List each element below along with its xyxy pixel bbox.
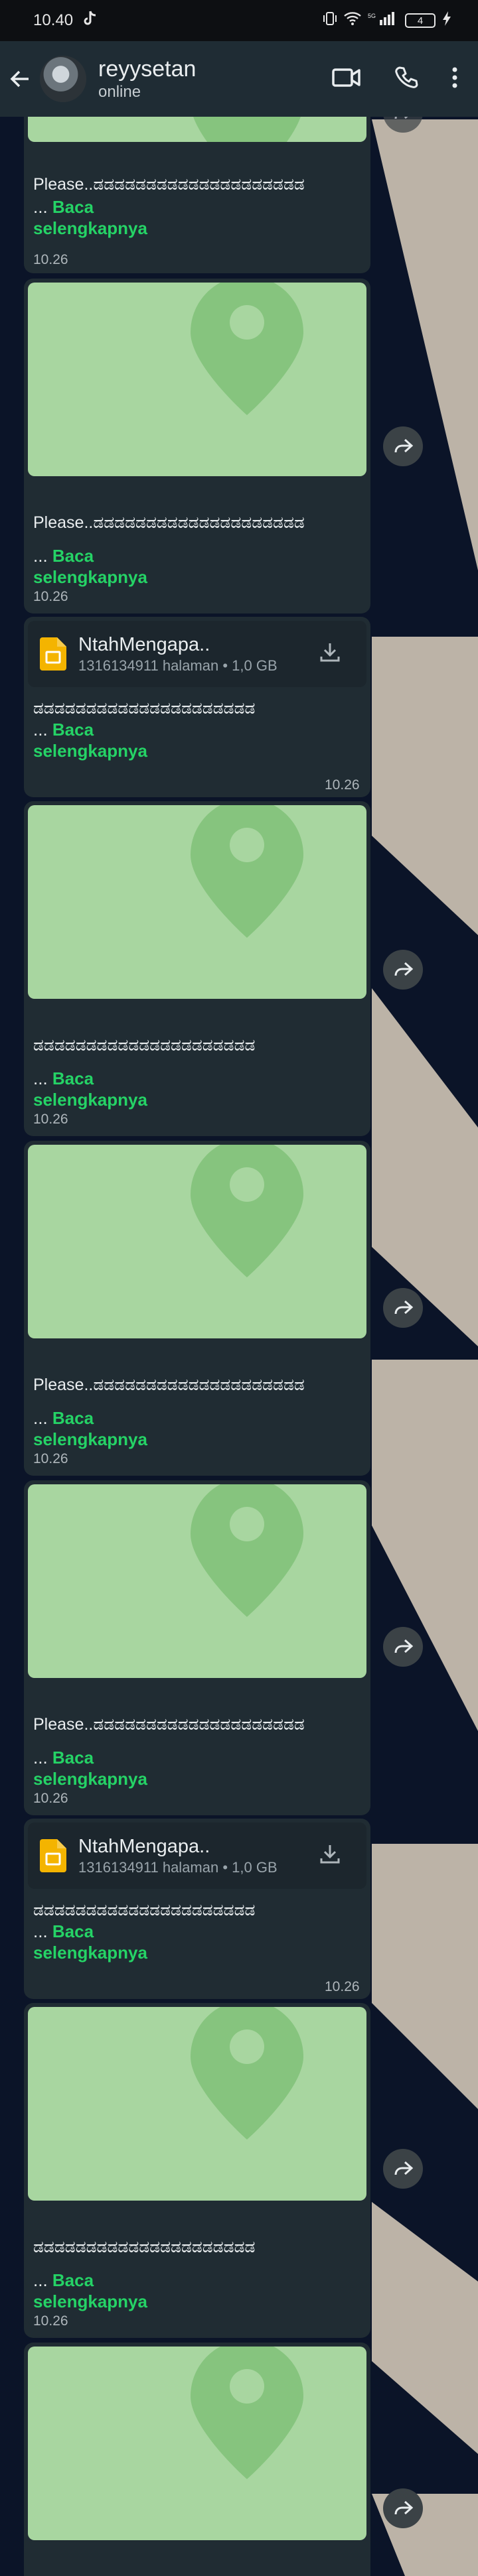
forward-button[interactable] bbox=[383, 2149, 423, 2189]
contact-info[interactable]: reyysetan online bbox=[98, 56, 196, 102]
avatar[interactable] bbox=[40, 56, 86, 102]
message-time: 10.26 bbox=[325, 1979, 360, 1994]
battery-icon: 4 bbox=[405, 13, 436, 28]
forward-icon bbox=[394, 1300, 414, 1315]
message-time: 10.26 bbox=[33, 1112, 68, 1127]
battery-level: 4 bbox=[417, 15, 424, 27]
location-message[interactable]: Please..ಡಡಡಡಡಡಡಡಡಡಡಡಡಡಡಡಡಡಡಡ ... Baca sel… bbox=[24, 1480, 370, 1815]
read-more-link[interactable]: ... Baca selengkapnya bbox=[33, 1747, 147, 1789]
video-call-icon[interactable] bbox=[332, 67, 361, 92]
message-time: 10.26 bbox=[33, 1791, 68, 1806]
file-info: 1316134911 halaman • 1,0 GB bbox=[78, 657, 278, 674]
forward-icon bbox=[394, 2500, 414, 2515]
read-more-link[interactable]: ... Baca selengkapnya bbox=[33, 196, 147, 239]
status-time: 10.40 bbox=[33, 11, 74, 29]
header-actions bbox=[332, 66, 458, 93]
contact-status: online bbox=[98, 83, 141, 101]
location-message[interactable]: Please..ಡಡಡಡಡಡಡಡಡಡಡಡಡಡಡಡಡಡಡಡ ... Baca sel… bbox=[24, 1141, 370, 1476]
map-thumbnail[interactable] bbox=[28, 2347, 366, 2540]
chat-header: reyysetan online bbox=[0, 41, 478, 117]
slides-file-icon bbox=[40, 637, 66, 671]
location-message[interactable]: ಡಡಡಡಡಡಡಡಡಡಡಡಡಡಡಡಡಡಡಡಡ ... Baca selengkapn… bbox=[24, 2003, 370, 2338]
document-message[interactable]: NtahMengapa.. 1316134911 halaman • 1,0 G… bbox=[24, 1819, 370, 1999]
message-time: 10.26 bbox=[33, 2313, 68, 2329]
voice-call-icon[interactable] bbox=[394, 66, 418, 93]
map-thumbnail[interactable] bbox=[28, 1145, 366, 1338]
forward-button[interactable] bbox=[383, 950, 423, 990]
location-pin-icon bbox=[191, 2007, 303, 2140]
forward-icon bbox=[394, 1639, 414, 1653]
map-thumbnail[interactable] bbox=[28, 805, 366, 999]
message-caption: Please..ಡಡಡಡಡಡಡಡಡಡಡಡಡಡಡಡಡಡಡಡ bbox=[33, 1376, 305, 1394]
map-thumbnail[interactable] bbox=[28, 1484, 366, 1678]
message-caption: Please..ಡಡಡಡಡಡಡಡಡಡಡಡಡಡಡಡಡಡಡಡ bbox=[33, 1715, 305, 1734]
file-card[interactable]: NtahMengapa.. 1316134911 halaman • 1,0 G… bbox=[28, 1823, 366, 1889]
location-message[interactable]: ಡಡಡಡಡಡಡಡಡಡಡಡಡಡಡಡಡಡಡಡಡ ... Baca selengkapn… bbox=[24, 801, 370, 1136]
message-caption: ಡಡಡಡಡಡಡಡಡಡಡಡಡಡಡಡಡಡಡಡಡ bbox=[33, 2238, 256, 2256]
read-more-link[interactable]: ... Baca selengkapnya bbox=[33, 1407, 147, 1450]
location-pin-icon bbox=[191, 805, 303, 938]
message-caption: ಡಡಡಡಡಡಡಡಡಡಡಡಡಡಡಡಡಡಡಡಡ bbox=[33, 699, 256, 718]
location-pin-icon bbox=[191, 2347, 303, 2479]
location-pin-icon bbox=[191, 283, 303, 415]
read-more-link[interactable]: ... Baca selengkapnya bbox=[33, 1068, 147, 1110]
map-thumbnail[interactable] bbox=[28, 2007, 366, 2201]
read-more-link[interactable]: ... Baca selengkapnya bbox=[33, 545, 147, 588]
message-caption: ಡಡಡಡಡಡಡಡಡಡಡಡಡಡಡಡಡಡಡಡಡ bbox=[33, 1036, 256, 1055]
document-message[interactable]: NtahMengapa.. 1316134911 halaman • 1,0 G… bbox=[24, 617, 370, 797]
forward-button[interactable] bbox=[383, 2488, 423, 2528]
file-meta: NtahMengapa.. 1316134911 halaman • 1,0 G… bbox=[78, 633, 278, 675]
forward-button[interactable] bbox=[383, 1288, 423, 1328]
read-more-link[interactable]: ... Baca selengkapnya bbox=[33, 1921, 147, 1963]
forward-button[interactable] bbox=[383, 1627, 423, 1667]
slides-file-icon bbox=[40, 1839, 66, 1872]
read-more-link[interactable]: ... Baca selengkapnya bbox=[33, 719, 147, 761]
message-time: 10.26 bbox=[325, 777, 360, 793]
forward-icon bbox=[394, 962, 414, 976]
location-message[interactable]: Please..ಡಡಡಡಡಡಡಡಡಡಡಡಡಡಡಡಡಡಡಡ ... Baca sel… bbox=[24, 279, 370, 613]
signal-icon: 5G bbox=[368, 12, 398, 29]
file-name: NtahMengapa.. bbox=[78, 1836, 210, 1857]
file-card[interactable]: NtahMengapa.. 1316134911 halaman • 1,0 G… bbox=[28, 621, 366, 687]
contact-name: reyysetan bbox=[98, 56, 197, 82]
file-info: 1316134911 halaman • 1,0 GB bbox=[78, 1859, 278, 1876]
read-more-link[interactable]: ... Baca selengkapnya bbox=[33, 2270, 147, 2312]
message-time: 10.26 bbox=[33, 589, 68, 604]
message-time: 10.26 bbox=[33, 252, 68, 267]
more-options-icon[interactable] bbox=[451, 66, 458, 92]
location-pin-icon bbox=[191, 1145, 303, 1277]
vibrate-icon bbox=[323, 11, 337, 30]
location-message[interactable] bbox=[24, 2343, 370, 2576]
message-caption: Please..ಡಡಡಡಡಡಡಡಡಡಡಡಡಡಡಡಡಡಡಡ bbox=[33, 513, 305, 532]
map-thumbnail[interactable] bbox=[28, 283, 366, 476]
back-arrow-icon[interactable] bbox=[0, 68, 40, 90]
status-bar: 10.40 5G 4 bbox=[0, 0, 478, 41]
file-name: NtahMengapa.. bbox=[78, 634, 210, 655]
file-meta: NtahMengapa.. 1316134911 halaman • 1,0 G… bbox=[78, 1835, 278, 1877]
download-icon[interactable] bbox=[319, 641, 341, 667]
forward-button[interactable] bbox=[383, 426, 423, 466]
message-caption: ಡಡಡಡಡಡಡಡಡಡಡಡಡಡಡಡಡಡಡಡಡ bbox=[33, 1901, 256, 1919]
wifi-icon bbox=[344, 12, 361, 29]
message-caption: Please..ಡಡಡಡಡಡಡಡಡಡಡಡಡಡಡಡಡಡಡಡ bbox=[33, 175, 305, 194]
forward-icon bbox=[394, 2161, 414, 2175]
download-icon[interactable] bbox=[319, 1842, 341, 1868]
status-icons: 5G 4 bbox=[323, 11, 451, 30]
location-pin-icon bbox=[191, 1484, 303, 1617]
forward-icon bbox=[394, 438, 414, 453]
message-time: 10.26 bbox=[33, 1451, 68, 1466]
tiktok-icon bbox=[82, 10, 97, 32]
charging-icon bbox=[442, 11, 451, 30]
svg-text:5G: 5G bbox=[368, 13, 376, 19]
